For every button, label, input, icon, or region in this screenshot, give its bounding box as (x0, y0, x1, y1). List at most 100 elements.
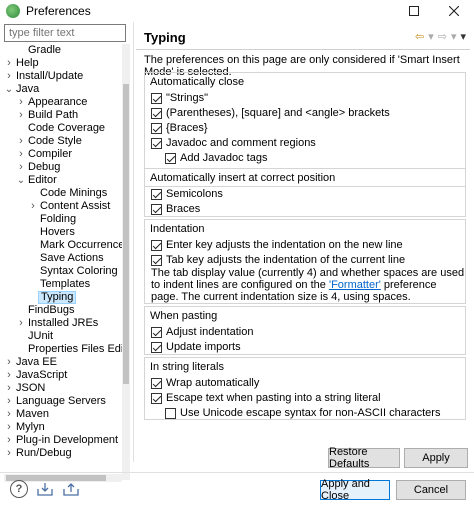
checkbox-checked[interactable] (151, 188, 162, 200)
chevron-right-icon[interactable]: › (4, 434, 14, 447)
chevron-right-icon[interactable]: › (16, 135, 26, 148)
maximize-button[interactable] (394, 0, 434, 22)
apply-and-close-button[interactable]: Apply and Close (320, 478, 390, 502)
checkbox-checked[interactable] (151, 341, 162, 353)
checkbox-checked[interactable] (151, 203, 162, 215)
chevron-right-icon[interactable]: › (4, 369, 14, 382)
tree-item[interactable]: Folding (28, 213, 78, 226)
checkbox-checked[interactable] (151, 137, 162, 149)
chevron-right-icon[interactable]: › (4, 382, 14, 395)
chevron-down-icon[interactable]: ⌄ (16, 174, 26, 187)
formatter-link[interactable]: 'Formatter' (329, 279, 381, 291)
checkbox-checked[interactable] (151, 239, 162, 251)
tree-item[interactable]: › Help (4, 57, 41, 70)
checkbox-checked[interactable] (165, 152, 176, 164)
tree-item[interactable]: › Build Path (16, 109, 80, 122)
tree-item[interactable]: › Install/Update (4, 70, 85, 83)
pane-divider[interactable] (133, 22, 134, 462)
tree-item[interactable]: Gradle (16, 44, 63, 57)
tree-item-label: Java EE (16, 356, 57, 368)
tree-item[interactable]: › Java EE (4, 356, 59, 369)
chevron-right-icon[interactable]: › (28, 200, 38, 213)
tree-item[interactable]: › Installed JREs (16, 317, 100, 330)
tree-item[interactable]: › Debug (16, 161, 62, 174)
export-icon[interactable] (62, 480, 80, 498)
tree-item[interactable]: › Code Style (16, 135, 84, 148)
tree-vertical-scrollbar[interactable] (122, 44, 130, 480)
footer-tools: ? (10, 480, 80, 498)
tree-item[interactable]: Code Coverage (16, 122, 107, 135)
chevron-right-icon[interactable]: › (4, 395, 14, 408)
tree-item[interactable]: FindBugs (16, 304, 76, 317)
checkbox-option[interactable]: Use Unicode escape syntax for non-ASCII … (165, 406, 440, 420)
checkbox-option[interactable]: Braces (151, 202, 200, 216)
back-dropdown-icon[interactable]: ▾ (428, 30, 434, 43)
checkbox-checked[interactable] (151, 326, 162, 338)
chevron-right-icon[interactable]: › (16, 109, 26, 122)
filter-input[interactable] (4, 24, 126, 42)
chevron-right-icon[interactable]: › (4, 70, 14, 83)
tree-item[interactable]: › Language Servers (4, 395, 108, 408)
tree-item[interactable]: ⌄ Java (4, 83, 41, 96)
tree-item[interactable]: › Compiler (16, 148, 74, 161)
tree-item[interactable]: Templates (28, 278, 92, 291)
chevron-right-icon[interactable]: › (16, 317, 26, 330)
chevron-right-icon[interactable]: › (16, 148, 26, 161)
checkbox-option[interactable]: Add Javadoc tags (165, 151, 267, 165)
tree-item[interactable]: Code Minings (28, 187, 109, 200)
tree-item[interactable]: › JavaScript (4, 369, 69, 382)
chevron-down-icon[interactable]: ⌄ (4, 83, 14, 96)
checkbox-unchecked[interactable] (165, 407, 176, 419)
checkbox-option[interactable]: Enter key adjusts the indentation on the… (151, 238, 403, 252)
close-button[interactable] (434, 0, 474, 22)
checkbox-checked[interactable] (151, 377, 162, 389)
scrollbar-thumb[interactable] (123, 84, 129, 384)
back-arrow-icon[interactable]: ⇦ (415, 30, 424, 43)
tree-item[interactable]: Hovers (28, 226, 77, 239)
restore-defaults-button[interactable]: Restore Defaults (328, 446, 400, 470)
tree-item[interactable]: JUnit (16, 330, 55, 343)
tree-item[interactable]: ⌄ Editor (16, 174, 59, 187)
import-icon[interactable] (36, 480, 54, 498)
tree-item[interactable]: Syntax Coloring (28, 265, 120, 278)
checkbox-checked[interactable] (151, 254, 162, 266)
chevron-right-icon[interactable]: › (4, 408, 14, 421)
tree-item[interactable]: › Content Assist (28, 200, 112, 213)
forward-dropdown-icon[interactable]: ▾ (451, 30, 457, 43)
checkbox-option[interactable]: Adjust indentation (151, 325, 253, 339)
chevron-right-icon[interactable]: › (16, 161, 26, 174)
checkbox-checked[interactable] (151, 122, 162, 134)
tree-item[interactable]: › Mylyn (4, 421, 47, 434)
checkbox-option[interactable]: Wrap automatically (151, 376, 259, 390)
cancel-button[interactable]: Cancel (396, 480, 466, 500)
checkbox-option[interactable]: Javadoc and comment regions (151, 136, 316, 150)
forward-arrow-icon[interactable]: ⇨ (438, 30, 447, 43)
tree-item[interactable]: Properties Files Editor (16, 343, 122, 356)
tree-item[interactable]: › Maven (4, 408, 51, 421)
chevron-right-icon[interactable]: › (4, 447, 14, 460)
tree-item[interactable]: › Plug-in Development (4, 434, 120, 447)
tree-item[interactable]: Mark Occurrences (28, 239, 122, 252)
checkbox-checked[interactable] (151, 107, 162, 119)
help-icon[interactable]: ? (10, 480, 28, 498)
checkbox-checked[interactable] (151, 392, 162, 404)
chevron-right-icon[interactable]: › (16, 96, 26, 109)
checkbox-option[interactable]: Tab key adjusts the indentation of the c… (151, 253, 405, 267)
checkbox-option[interactable]: Update imports (151, 340, 241, 354)
chevron-right-icon[interactable]: › (4, 356, 14, 369)
tree-item[interactable]: › Appearance (16, 96, 89, 109)
checkbox-checked[interactable] (151, 92, 162, 104)
checkbox-option[interactable]: Escape text when pasting into a string l… (151, 391, 381, 405)
checkbox-option[interactable]: Semicolons (151, 187, 223, 201)
checkbox-option[interactable]: (Parentheses), [square] and <angle> brac… (151, 106, 390, 120)
tree-item[interactable]: › JSON (4, 382, 47, 395)
tree-item[interactable]: Typing (28, 291, 77, 304)
apply-button[interactable]: Apply (404, 448, 468, 468)
checkbox-option[interactable]: {Braces} (151, 121, 208, 135)
checkbox-option[interactable]: "Strings" (151, 91, 208, 105)
tree-item[interactable]: › Run/Debug (4, 447, 74, 460)
view-menu-icon[interactable]: ▾ (460, 30, 466, 43)
tree-item[interactable]: Save Actions (28, 252, 106, 265)
chevron-right-icon[interactable]: › (4, 421, 14, 434)
chevron-right-icon[interactable]: › (4, 57, 14, 70)
